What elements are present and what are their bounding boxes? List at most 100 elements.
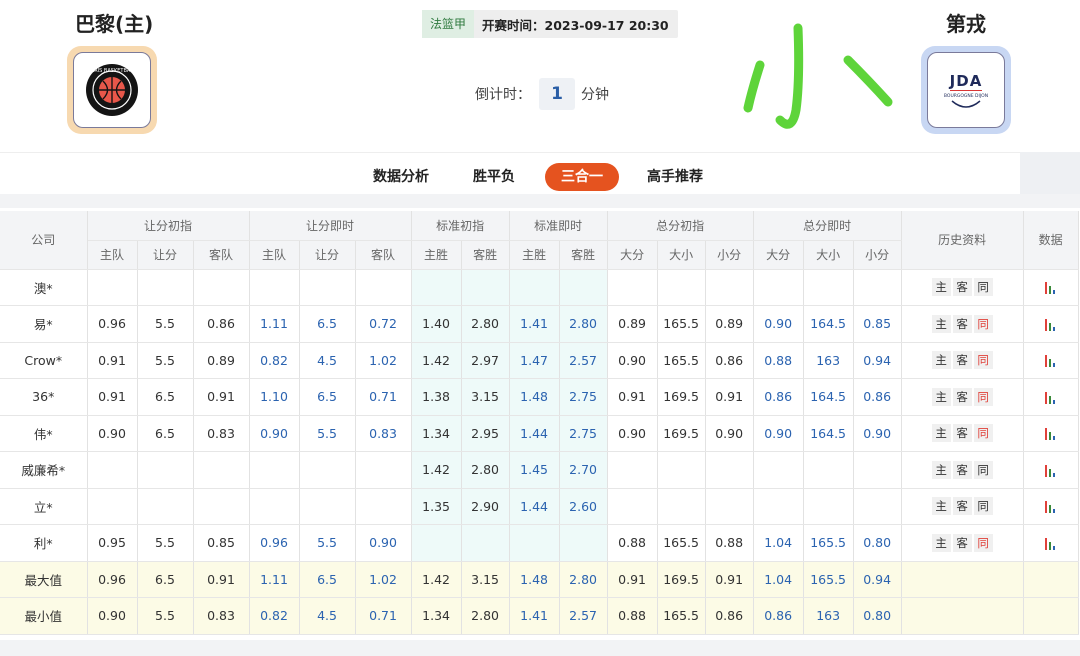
odds-cell: [803, 451, 854, 489]
history-home-button[interactable]: 主: [931, 278, 951, 297]
tab-win-draw-lose[interactable]: 胜平负: [473, 163, 515, 191]
odds-cell: 3.15: [461, 378, 510, 416]
history-away-button[interactable]: 客: [952, 497, 972, 516]
handwritten-note-text: 小: [820, 87, 822, 91]
odds-cell: 2.57: [559, 342, 608, 379]
odds-cell: [411, 524, 462, 562]
tab-data-analysis[interactable]: 数据分析: [373, 163, 429, 191]
odds-cell: 1.48: [509, 561, 560, 598]
bar-chart-icon[interactable]: [1044, 282, 1057, 295]
sub-header: 小分: [705, 240, 754, 270]
bar-chart-icon[interactable]: [1044, 464, 1057, 477]
odds-cell: [803, 488, 854, 525]
odds-cell: 1.34: [411, 415, 462, 452]
odds-cell: 164.5: [803, 415, 854, 452]
history-away-button[interactable]: 客: [952, 351, 972, 370]
home-team-logo[interactable]: PARIS BASKETBALL: [67, 46, 157, 134]
history-home-button[interactable]: 主: [931, 460, 951, 479]
odds-cell: 0.91: [87, 378, 138, 416]
history-away-button[interactable]: 客: [952, 278, 972, 297]
company-name[interactable]: 36*: [0, 378, 88, 416]
odds-cell: 0.91: [705, 561, 754, 598]
odds-cell: [657, 269, 706, 306]
odds-cell: 6.5: [137, 561, 194, 598]
history-header: 历史资料: [901, 211, 1024, 270]
company-name[interactable]: 利*: [0, 524, 88, 562]
odds-cell: 5.5: [299, 524, 356, 562]
bar-chart-icon[interactable]: [1044, 428, 1057, 441]
odds-cell: 164.5: [803, 305, 854, 343]
odds-cell: 165.5: [657, 597, 706, 635]
odds-cell: 165.5: [803, 561, 854, 598]
history-cell: 主客同: [901, 342, 1024, 379]
countdown-label: 倒计时：: [475, 87, 531, 103]
data-header: 数据: [1023, 211, 1079, 270]
odds-cell: 0.90: [853, 415, 902, 452]
odds-cell: 163: [803, 597, 854, 635]
history-same-button[interactable]: 同: [973, 460, 993, 479]
odds-cell: 0.82: [249, 597, 300, 635]
tab-expert-picks[interactable]: 高手推荐: [647, 163, 703, 191]
odds-cell: 1.04: [753, 561, 804, 598]
history-away-button[interactable]: 客: [952, 314, 972, 333]
history-away-button[interactable]: 客: [952, 424, 972, 443]
company-name[interactable]: 威廉希*: [0, 451, 88, 489]
history-same-button[interactable]: 同: [973, 351, 993, 370]
odds-cell: 0.85: [853, 305, 902, 343]
company-name[interactable]: 澳*: [0, 269, 88, 306]
countdown-unit: 分钟: [581, 87, 609, 103]
tab-three-in-one[interactable]: 三合一: [545, 163, 619, 191]
odds-cell: 165.5: [657, 342, 706, 379]
sub-header: 大分: [753, 240, 804, 270]
summary-row: 最小值 0.90 5.5 0.83 0.82 4.5 0.71 1.34 2.80 1.41 2.5…: [0, 597, 1079, 635]
data-cell: [1023, 269, 1079, 306]
odds-cell: 0.91: [607, 378, 658, 416]
history-home-button[interactable]: 主: [931, 351, 951, 370]
odds-cell: [657, 451, 706, 489]
odds-cell: 0.86: [753, 597, 804, 635]
history-same-button[interactable]: 同: [973, 533, 993, 552]
odds-cell: [137, 269, 194, 306]
history-away-button[interactable]: 客: [952, 387, 972, 406]
bar-chart-icon[interactable]: [1044, 501, 1057, 514]
history-home-button[interactable]: 主: [931, 533, 951, 552]
bar-chart-icon[interactable]: [1044, 318, 1057, 331]
company-name[interactable]: 易*: [0, 305, 88, 343]
history-home-button[interactable]: 主: [931, 424, 951, 443]
odds-cell: 1.44: [509, 488, 560, 525]
sub-header: 客队: [193, 240, 250, 270]
bar-chart-icon[interactable]: [1044, 355, 1057, 368]
history-away-button[interactable]: 客: [952, 533, 972, 552]
odds-cell: 6.5: [299, 561, 356, 598]
odds-cell: 0.86: [705, 597, 754, 635]
history-same-button[interactable]: 同: [973, 387, 993, 406]
history-same-button[interactable]: 同: [973, 278, 993, 297]
odds-cell: 0.91: [193, 378, 250, 416]
history-home-button[interactable]: 主: [931, 387, 951, 406]
odds-cell: 2.75: [559, 415, 608, 452]
history-home-button[interactable]: 主: [931, 497, 951, 516]
odds-cell: 0.88: [607, 597, 658, 635]
odds-cell: 6.5: [299, 305, 356, 343]
history-away-button[interactable]: 客: [952, 460, 972, 479]
history-same-button[interactable]: 同: [973, 314, 993, 333]
bar-chart-icon[interactable]: [1044, 391, 1057, 404]
data-cell: [1023, 488, 1079, 525]
league-tag[interactable]: 法篮甲: [422, 10, 475, 38]
odds-cell: [607, 451, 658, 489]
history-same-button[interactable]: 同: [973, 424, 993, 443]
company-name[interactable]: 伟*: [0, 415, 88, 452]
history-same-button[interactable]: 同: [973, 497, 993, 516]
history-home-button[interactable]: 主: [931, 314, 951, 333]
shield-arc-icon: [951, 99, 981, 108]
bar-chart-icon[interactable]: [1044, 537, 1057, 550]
odds-cell: 2.60: [559, 488, 608, 525]
company-name[interactable]: 立*: [0, 488, 88, 525]
odds-cell: [461, 524, 510, 562]
odds-cell: 0.91: [705, 378, 754, 416]
away-team-logo[interactable]: JDA BOURGOGNE DIJON: [921, 46, 1011, 134]
history-cell: 主客同: [901, 488, 1024, 525]
odds-cell: 5.5: [137, 524, 194, 562]
kickoff-time: 开赛时间：2023-09-17 20:30: [482, 17, 669, 33]
company-name[interactable]: Crow*: [0, 342, 88, 379]
